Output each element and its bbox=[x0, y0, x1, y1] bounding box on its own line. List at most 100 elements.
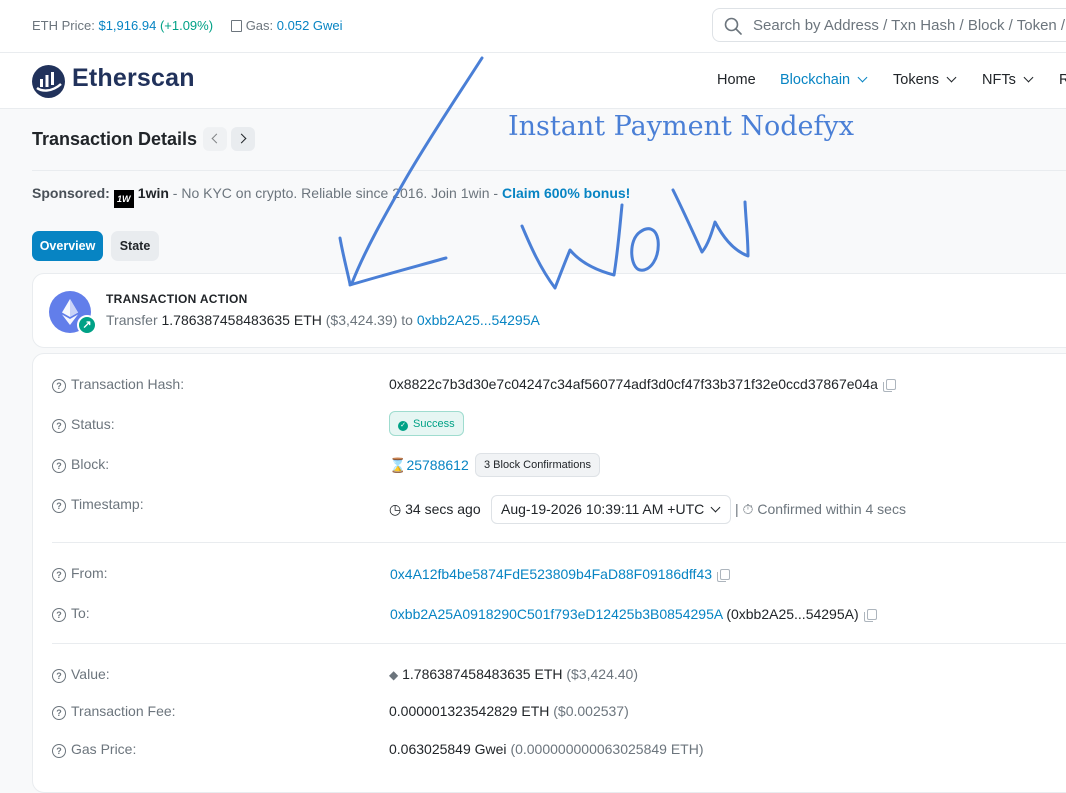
search-icon bbox=[724, 17, 742, 35]
wow-o bbox=[630, 227, 660, 272]
from-label: ? From: bbox=[52, 565, 108, 582]
arrow-up-right-icon: ↗ bbox=[77, 315, 97, 335]
to-value: 0xbb2A25A0918290C501f793eD12425b3B085429… bbox=[390, 606, 877, 622]
nav-nfts-label: NFTs bbox=[982, 72, 1016, 88]
gas-price-value: 0.063025849 Gwei (0.000000000063025849 E… bbox=[389, 741, 703, 757]
question-circle-icon[interactable]: ? bbox=[52, 499, 66, 513]
search-input[interactable] bbox=[751, 16, 1066, 35]
nav-home[interactable]: Home bbox=[717, 72, 756, 88]
from-value: 0x4A12fb4be5874FdE523809b4FaD88F09186dff… bbox=[390, 566, 731, 582]
gas-price-label-text: Gas Price: bbox=[71, 741, 137, 757]
gas-price-label: ? Gas Price: bbox=[52, 741, 136, 758]
annotation-title: Instant Payment Nodefyx bbox=[508, 111, 855, 142]
value-amount: 1.786387458483635 ETH bbox=[402, 666, 563, 682]
copy-icon[interactable] bbox=[863, 609, 877, 622]
action-to-address-link[interactable]: 0xbb2A25...54295A bbox=[417, 312, 540, 328]
gas-value[interactable]: 0.052 Gwei bbox=[277, 18, 343, 33]
timestamp-value: Aug-19-2026 10:39:11 AM +UTC bbox=[501, 501, 705, 517]
block-confirmations-badge: 3 Block Confirmations bbox=[475, 453, 600, 477]
value-value: ◆ 1.786387458483635 ETH ($3,424.40) bbox=[389, 666, 638, 682]
tab-overview[interactable]: Overview bbox=[32, 231, 103, 261]
sponsored-banner: Sponsored: 1W 1win - No KYC on crypto. Rel… bbox=[32, 185, 630, 208]
gas-pump-icon bbox=[230, 20, 242, 32]
to-address-link[interactable]: 0xbb2A25A0918290C501f793eD12425b3B085429… bbox=[390, 606, 722, 622]
question-circle-icon[interactable]: ? bbox=[52, 706, 66, 720]
fee-amount: 0.000001323542829 ETH bbox=[389, 703, 550, 719]
nav-tokens-label: Tokens bbox=[893, 72, 939, 88]
nav-blockchain[interactable]: Blockchain bbox=[780, 72, 868, 88]
row-divider bbox=[52, 542, 1066, 543]
value-label-text: Value: bbox=[71, 666, 110, 682]
gas-price-amount: 0.063025849 Gwei bbox=[389, 741, 507, 757]
question-circle-icon[interactable]: ? bbox=[52, 568, 66, 582]
block-label: ? Block: bbox=[52, 456, 109, 473]
etherscan-logo-text[interactable]: Etherscan bbox=[72, 64, 195, 93]
nav-tokens[interactable]: Tokens bbox=[893, 72, 957, 88]
next-tx-button[interactable] bbox=[231, 127, 255, 151]
etherscan-logo-icon[interactable] bbox=[31, 64, 66, 99]
action-prefix: Transfer bbox=[106, 312, 158, 328]
chevron-left-icon bbox=[211, 133, 222, 144]
nav-resources[interactable]: R bbox=[1059, 72, 1066, 88]
tab-state[interactable]: State bbox=[111, 231, 159, 261]
eth-price[interactable]: $1,916.94 bbox=[98, 18, 156, 33]
wow-w2 bbox=[671, 188, 750, 258]
search-box[interactable] bbox=[712, 8, 1066, 42]
to-label: ? To: bbox=[52, 605, 90, 622]
to-short: (0xbb2A25...54295A) bbox=[726, 606, 859, 622]
transaction-action-text: Transfer 1.786387458483635 ETH ($3,424.3… bbox=[106, 312, 540, 328]
market-stats: ETH Price: $1,916.94 (+1.09%) Gas: 0.052… bbox=[32, 18, 343, 33]
question-circle-icon[interactable]: ? bbox=[52, 669, 66, 683]
chevron-down-icon bbox=[1023, 72, 1034, 83]
question-circle-icon[interactable]: ? bbox=[52, 419, 66, 433]
question-circle-icon[interactable]: ? bbox=[52, 608, 66, 622]
gas-label: Gas: bbox=[245, 18, 274, 33]
sponsored-label: Sponsored: bbox=[32, 185, 110, 201]
sponsor-cta-link[interactable]: Claim 600% bonus! bbox=[502, 185, 630, 201]
status-text: Success bbox=[413, 418, 455, 430]
question-circle-icon[interactable]: ? bbox=[52, 459, 66, 473]
timestamp-age-text: 34 secs ago bbox=[405, 501, 481, 517]
sponsor-text: - No KYC on crypto. Reliable since 2016.… bbox=[168, 185, 502, 201]
chevron-right-icon bbox=[236, 133, 247, 144]
sponsor-name[interactable]: 1win bbox=[138, 185, 169, 201]
copy-icon[interactable] bbox=[882, 379, 896, 392]
chevron-down-icon bbox=[946, 72, 957, 83]
from-address-link[interactable]: 0x4A12fb4be5874FdE523809b4FaD88F09186dff… bbox=[390, 566, 712, 582]
fee-label-text: Transaction Fee: bbox=[71, 703, 176, 719]
header-divider bbox=[32, 170, 1066, 171]
sponsor-logo[interactable]: 1W bbox=[113, 190, 134, 208]
stopwatch-icon: ⏱ bbox=[742, 501, 754, 517]
hourglass-icon: ⌛ bbox=[389, 457, 407, 473]
page-title: Transaction Details bbox=[32, 129, 198, 149]
tx-hash-label-text: Transaction Hash: bbox=[71, 376, 185, 392]
eth-price-change: (+1.09%) bbox=[159, 18, 214, 33]
nav-blockchain-label: Blockchain bbox=[780, 72, 851, 88]
eth-diamond-icon: ◆ bbox=[389, 668, 399, 682]
question-circle-icon[interactable]: ? bbox=[52, 744, 66, 758]
block-number-link[interactable]: 25788612 bbox=[406, 457, 468, 473]
action-to-word: to bbox=[401, 312, 413, 328]
chevron-down-icon bbox=[710, 502, 721, 513]
value-usd: ($3,424.40) bbox=[566, 666, 638, 682]
from-label-text: From: bbox=[71, 565, 108, 581]
nav-home-label: Home bbox=[717, 72, 756, 88]
main-navbar: Etherscan Home Blockchain Tokens NFTs R bbox=[0, 53, 1066, 109]
question-circle-icon[interactable]: ? bbox=[52, 379, 66, 393]
status-label-text: Status: bbox=[71, 416, 115, 432]
tx-hash-value: 0x8822c7b3d30e7c04247c34af560774adf3d0cf… bbox=[389, 376, 896, 392]
value-label: ? Value: bbox=[52, 666, 110, 683]
status-label: ? Status: bbox=[52, 416, 115, 433]
block-value: ⌛25788612 bbox=[389, 457, 469, 474]
check-circle-icon: ✓ bbox=[398, 421, 408, 431]
fee-label: ? Transaction Fee: bbox=[52, 703, 176, 720]
eth-price-label: ETH Price: bbox=[32, 18, 95, 33]
timestamp-format-select[interactable]: Aug-19-2026 10:39:11 AM +UTC bbox=[491, 495, 731, 524]
copy-icon[interactable] bbox=[717, 569, 731, 582]
fee-usd: ($0.002537) bbox=[553, 703, 629, 719]
prev-tx-button[interactable] bbox=[203, 127, 227, 151]
nav-nfts[interactable]: NFTs bbox=[982, 72, 1034, 88]
clock-icon: ◷ bbox=[389, 501, 402, 517]
timestamp-age: ◷ 34 secs ago bbox=[389, 501, 481, 518]
transaction-action-label: TRANSACTION ACTION bbox=[106, 292, 248, 306]
